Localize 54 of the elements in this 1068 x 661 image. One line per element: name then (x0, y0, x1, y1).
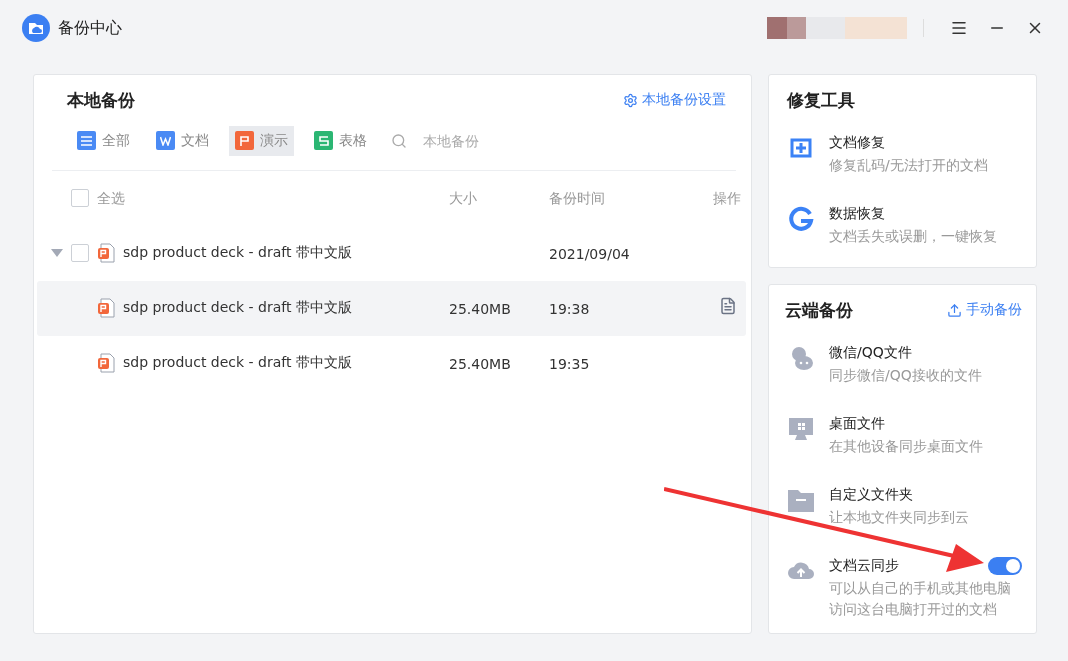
search-icon[interactable] (391, 132, 407, 149)
column-header: 备份时间 (549, 190, 605, 207)
cloud-item-title[interactable]: 自定义文件夹 (829, 486, 913, 505)
file-name: sdp product deck - draft 带中文版 (123, 354, 352, 373)
filter-tab[interactable]: 表格 (308, 125, 373, 156)
cloud-item-title[interactable]: 文档云同步 (829, 557, 899, 576)
presentation-file-icon (97, 243, 115, 264)
tool-title[interactable]: 文档修复 (829, 133, 1022, 152)
presentation-file-icon (97, 298, 115, 319)
checkbox[interactable] (71, 244, 89, 263)
file-name: sdp product deck - draft 带中文版 (123, 244, 352, 263)
g-letter-icon (787, 205, 815, 234)
cloud-item-title[interactable]: 桌面文件 (829, 414, 885, 433)
tool-description: 文档丢失或误删，一键恢复 (829, 227, 998, 247)
tool-description: 修复乱码/无法打开的文档 (829, 155, 989, 175)
sync-toggle[interactable] (988, 557, 1022, 576)
file-row-highlighted[interactable]: sdp product deck - draft 带中文版 25.40MB 19:38 (37, 280, 746, 336)
section-title: 本地备份 (67, 88, 135, 112)
manual-backup-link[interactable]: 手动备份 (947, 301, 1022, 319)
cloud-item-description: 让本地文件夹同步到云 (829, 508, 970, 528)
sheet-type-icon[interactable] (314, 131, 333, 151)
document-icon[interactable] (719, 297, 737, 316)
doc-type-icon[interactable] (156, 131, 175, 151)
presentation-file-icon (97, 353, 115, 374)
file-size: 25.40MB (449, 355, 511, 372)
upload-icon[interactable] (947, 302, 962, 318)
settings-link[interactable]: 本地备份设置 (623, 91, 726, 110)
settings-icon[interactable] (623, 92, 638, 108)
collapse-caret-icon[interactable] (51, 249, 63, 258)
section-title: 云端备份 (785, 298, 853, 322)
window-title: 备份中心 (58, 17, 123, 39)
select-all-checkbox[interactable] (71, 189, 89, 208)
cloud-item-description: 可以从自己的手机或其他电脑访问这台电脑打开过的文档 (829, 579, 1012, 619)
section-title: 修复工具 (787, 88, 855, 112)
cloud-item-description: 在其他设备同步桌面文件 (829, 436, 984, 456)
column-header: 操作 (713, 190, 741, 207)
column-header: 全选 (97, 190, 125, 207)
column-header: 大小 (449, 190, 477, 207)
backup-time: 2021/09/04 (549, 245, 630, 262)
all-type-icon[interactable] (77, 131, 96, 151)
cloud-item-title[interactable]: 微信/QQ文件 (829, 343, 912, 362)
file-row[interactable]: sdp product deck - draft 带中文版 2021/09/04 (37, 225, 746, 281)
file-size: 25.40MB (449, 300, 511, 317)
tool-title[interactable]: 数据恢复 (829, 205, 1022, 224)
filter-tab[interactable]: 文档 (150, 125, 215, 156)
backup-time: 19:38 (549, 300, 590, 317)
account-avatar[interactable] (767, 17, 907, 40)
folder-cloud-logo-icon (22, 14, 50, 43)
cloud-item-description: 同步微信/QQ接收的文件 (829, 365, 983, 385)
file-name: sdp product deck - draft 带中文版 (123, 299, 352, 318)
file-row[interactable]: sdp product deck - draft 带中文版 25.40MB 19:35 (37, 335, 746, 391)
backup-time: 19:35 (549, 355, 590, 372)
ppt-type-icon[interactable] (235, 131, 254, 151)
filter-tab[interactable]: 全部 (71, 125, 136, 156)
